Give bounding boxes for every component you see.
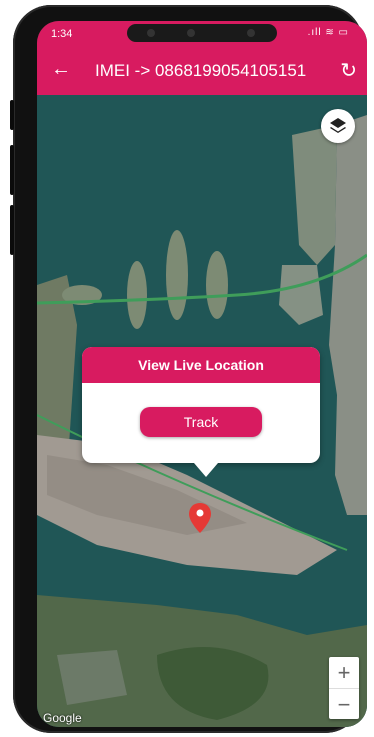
layers-button[interactable] — [321, 109, 355, 143]
popup-pointer — [194, 463, 218, 477]
camera-icon — [147, 29, 155, 37]
status-icons: .ıll ≋ ▭ — [307, 27, 349, 38]
live-location-popup: View Live Location Track — [82, 347, 320, 477]
track-button[interactable]: Track — [140, 407, 262, 437]
phone-side-button — [10, 145, 14, 195]
layers-icon — [330, 118, 346, 133]
map-island — [127, 261, 147, 329]
phone-side-button — [10, 100, 14, 130]
page-title: IMEI -> 0868199054105151 — [95, 61, 307, 80]
phone-side-button — [10, 205, 14, 255]
map-island — [206, 251, 228, 319]
zoom-out-button[interactable]: − — [329, 689, 359, 720]
refresh-icon[interactable]: ↻ — [340, 58, 357, 83]
phone-frame: 1:34 .ıll ≋ ▭ ← IMEI -> 0868199054105151… — [10, 5, 367, 733]
app-bar: ← IMEI -> 0868199054105151 ↻ — [37, 47, 367, 95]
zoom-controls: + − — [329, 657, 359, 719]
phone-screen: 1:34 .ıll ≋ ▭ ← IMEI -> 0868199054105151… — [37, 21, 367, 727]
map-land-patch — [57, 650, 127, 705]
camera-icon — [247, 29, 255, 37]
google-attribution: Google — [43, 711, 82, 725]
status-bar: 1:34 .ıll ≋ ▭ — [37, 21, 367, 47]
camera-notch — [127, 24, 277, 42]
zoom-in-button[interactable]: + — [329, 657, 359, 688]
back-arrow-icon[interactable]: ← — [51, 59, 71, 79]
status-time: 1:34 — [51, 28, 73, 40]
map-island — [166, 230, 188, 320]
popup-title: View Live Location — [82, 347, 320, 383]
camera-icon — [187, 29, 195, 37]
